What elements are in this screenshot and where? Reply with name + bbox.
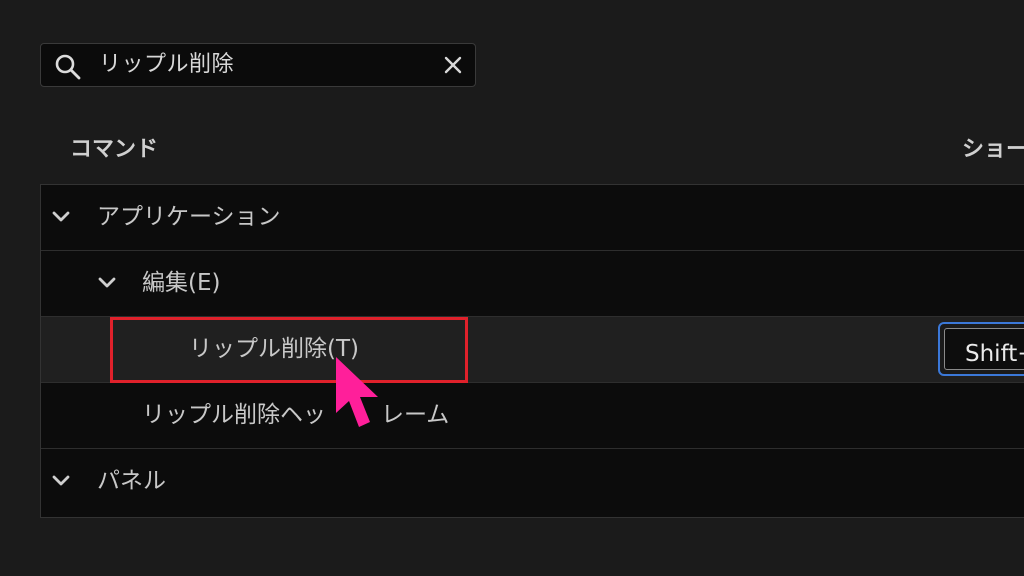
column-header-shortcut[interactable]: ショー — [962, 135, 1024, 165]
shortcut-key-chip[interactable]: Shift+ — [944, 328, 1024, 370]
tree-row-ripple-delete-head[interactable]: リップル削除ヘッ レーム — [41, 383, 1024, 449]
shortcut-field[interactable]: Shift+ — [938, 322, 1024, 376]
tree-row-ripple-delete[interactable]: リップル削除(T) Shift+ — [41, 317, 1024, 383]
chevron-down-icon[interactable] — [97, 273, 117, 293]
tree-row-application[interactable]: アプリケーション — [41, 185, 1024, 251]
search-query[interactable]: リップル削除 — [99, 44, 234, 86]
tree-label-ripple-delete-head-tail: レーム — [381, 402, 450, 428]
mouse-cursor-icon — [336, 357, 378, 427]
chevron-down-icon[interactable] — [51, 471, 71, 491]
column-header-command[interactable]: コマンド — [70, 135, 158, 165]
close-icon[interactable] — [443, 55, 463, 75]
tree-label-ripple-delete-head: リップル削除ヘッ — [142, 402, 326, 428]
tree-label-panel: パネル — [97, 468, 166, 494]
chevron-down-icon[interactable] — [51, 207, 71, 227]
search-input[interactable]: リップル削除 — [40, 43, 476, 87]
keyboard-shortcuts-panel: リップル削除 コマンド ショー アプリケーション 編集(E) リップル削除(T)… — [0, 0, 1024, 576]
search-icon — [55, 54, 81, 80]
shortcut-key-label: Shift+ — [965, 341, 1024, 367]
tree-label-edit-menu: 編集(E) — [142, 270, 221, 296]
tree-label-application: アプリケーション — [97, 204, 281, 230]
tree-row-panel[interactable]: パネル — [41, 449, 1024, 515]
tree-row-edit-menu[interactable]: 編集(E) — [41, 251, 1024, 317]
command-tree: アプリケーション 編集(E) リップル削除(T) Shift+ リップル削除ヘッ… — [40, 184, 1024, 518]
